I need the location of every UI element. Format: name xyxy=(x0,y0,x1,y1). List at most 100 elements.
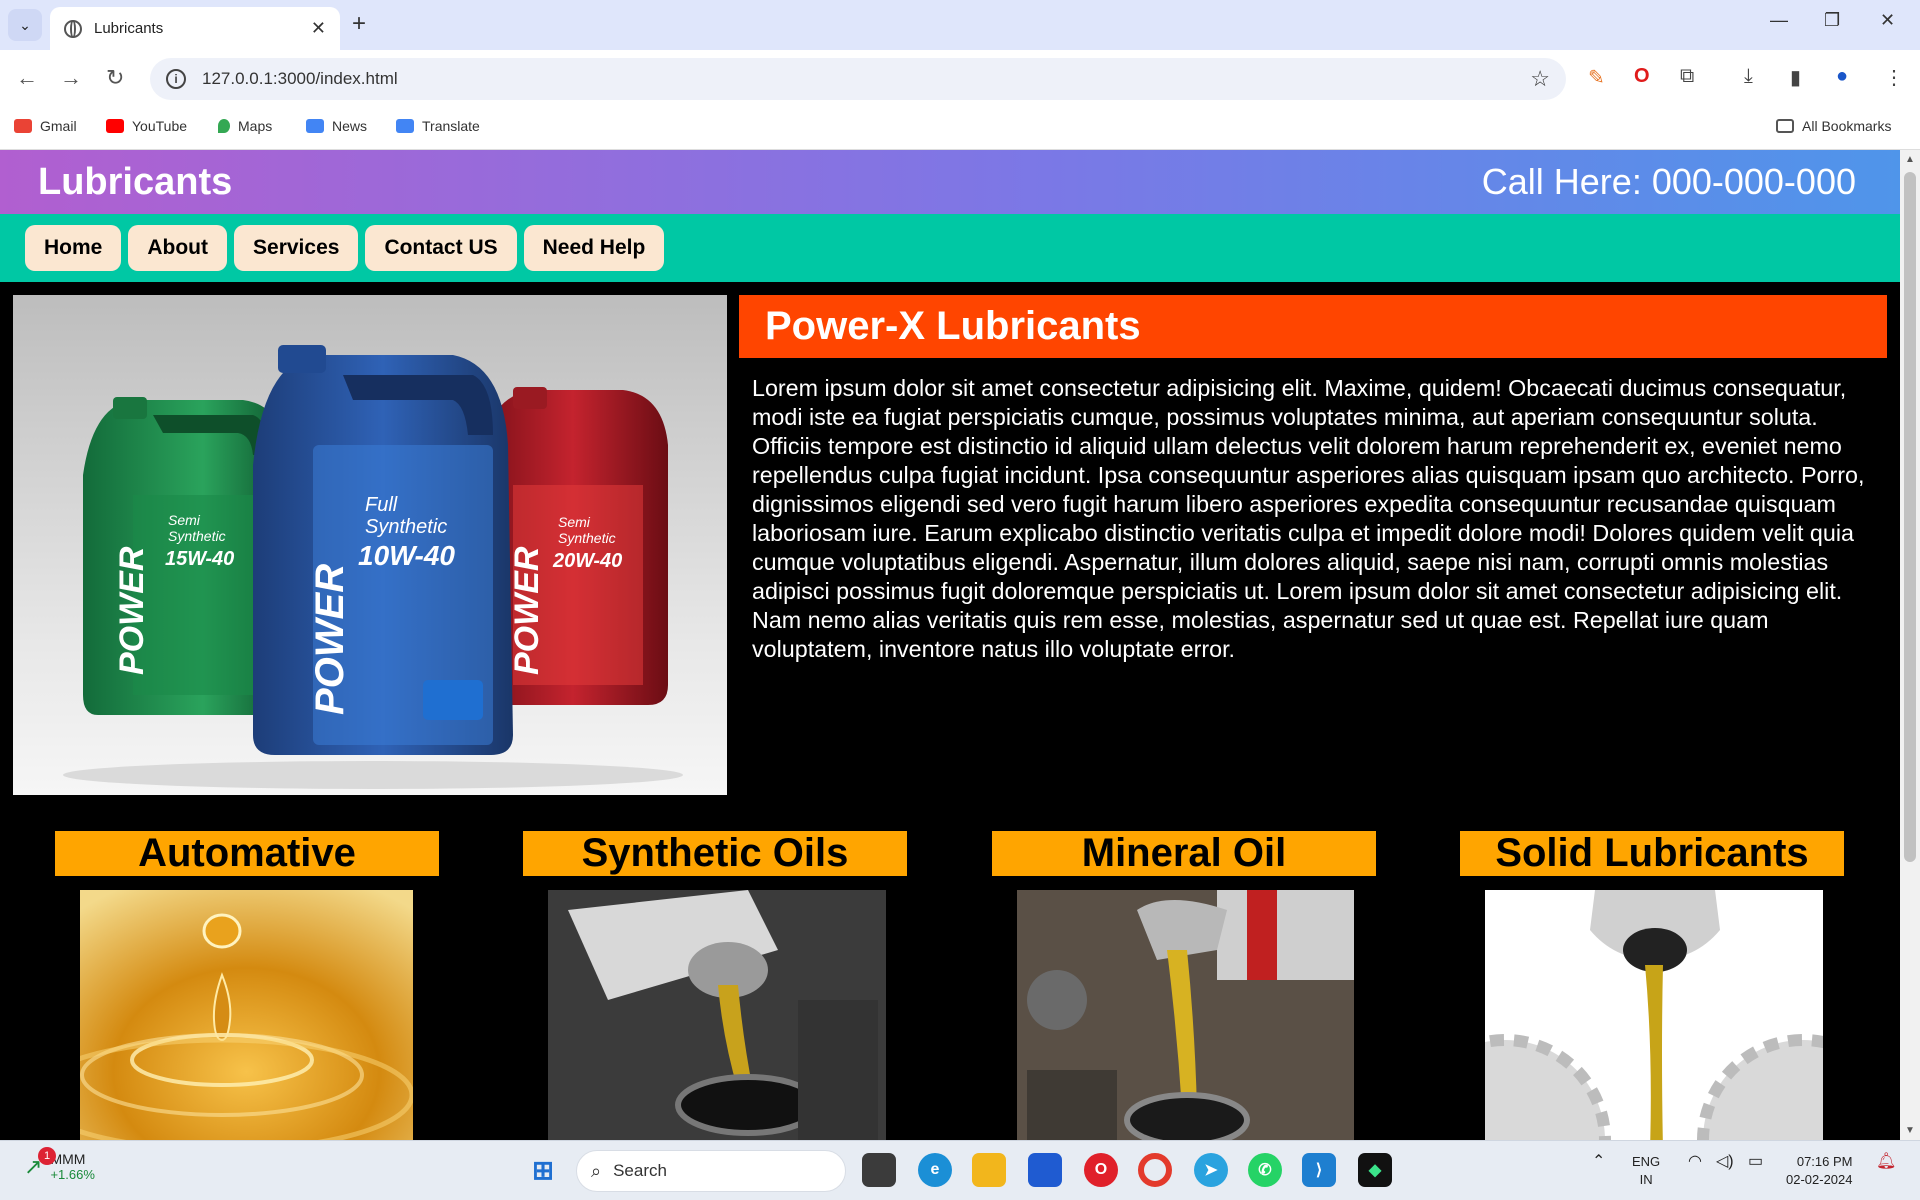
store-icon[interactable] xyxy=(1028,1153,1062,1187)
folder-icon xyxy=(1776,119,1794,133)
browser-toolbar: ← → ↻ i 127.0.0.1:3000/index.html ☆ ✎ O … xyxy=(0,50,1920,108)
bookmark-label: News xyxy=(332,118,368,134)
url-text[interactable]: 127.0.0.1:3000/index.html xyxy=(202,69,1530,89)
predator-sense-icon[interactable]: ◆ xyxy=(1358,1153,1392,1187)
category-title: Solid Lubricants xyxy=(1460,831,1844,876)
bookmarks-bar: Gmail YouTube Maps News Translate All Bo… xyxy=(0,108,1920,150)
task-view-icon[interactable] xyxy=(862,1153,896,1187)
wifi-icon[interactable]: ◠ xyxy=(1688,1153,1702,1171)
bookmark-label: Gmail xyxy=(40,118,77,134)
category-title: Automative xyxy=(55,831,439,876)
red-bottle-grade: 20W-40 xyxy=(552,550,622,572)
tray-overflow-chevron-icon[interactable]: ⌃ xyxy=(1592,1153,1605,1171)
bookmark-maps[interactable]: Maps xyxy=(218,118,272,134)
new-tab-plus-icon[interactable]: + xyxy=(352,10,366,38)
bookmark-translate[interactable]: Translate xyxy=(396,118,480,134)
vscode-icon[interactable]: ⟩ xyxy=(1302,1153,1336,1187)
gmail-icon xyxy=(14,119,32,133)
category-automative: Automative xyxy=(55,831,439,1140)
maps-pin-icon xyxy=(218,119,230,133)
category-image-gears xyxy=(1460,890,1844,1140)
site-info-icon[interactable]: i xyxy=(166,69,186,89)
scrollbar-thumb[interactable] xyxy=(1904,172,1916,862)
minimize-icon[interactable]: — xyxy=(1770,10,1788,31)
scroll-down-arrow-icon[interactable]: ▼ xyxy=(1905,1125,1915,1136)
green-bottle-brand: POWER xyxy=(113,546,151,675)
tab-search-chevron-icon[interactable]: ⌄ xyxy=(8,9,42,41)
stock-change: +1.66% xyxy=(50,1167,95,1182)
opera-extension-icon[interactable]: O xyxy=(1634,65,1650,88)
pen-extension-icon[interactable]: ✎ xyxy=(1588,65,1605,90)
stock-widget[interactable]: ↗ 1 MMM +1.66% xyxy=(24,1147,95,1182)
category-image-mineral-pour xyxy=(992,890,1376,1140)
nav-about[interactable]: About xyxy=(128,225,228,271)
reload-icon[interactable]: ↻ xyxy=(106,65,124,91)
file-explorer-icon[interactable] xyxy=(972,1153,1006,1187)
intro-title: Power-X Lubricants xyxy=(739,295,1887,358)
nav-need-help[interactable]: Need Help xyxy=(523,225,665,271)
gears-oil-illustration xyxy=(1485,890,1823,1140)
window-close-icon[interactable]: ✕ xyxy=(1880,10,1895,31)
stock-name: MMM xyxy=(50,1151,86,1167)
taskbar-search[interactable]: ⌕ Search xyxy=(576,1150,846,1192)
search-icon: ⌕ xyxy=(591,1160,602,1181)
extensions-puzzle-icon[interactable]: ⧉ xyxy=(1680,65,1694,88)
chrome-icon[interactable] xyxy=(1138,1153,1172,1187)
bookmark-star-icon[interactable]: ☆ xyxy=(1530,66,1550,92)
restore-icon[interactable]: ❐ xyxy=(1824,10,1840,31)
nav-services[interactable]: Services xyxy=(234,225,359,271)
red-bottle-type-label: Semi xyxy=(558,514,591,530)
nav-home[interactable]: Home xyxy=(25,225,122,271)
tab-title: Lubricants xyxy=(94,20,164,37)
side-panel-icon[interactable]: ▮ xyxy=(1790,65,1801,90)
intro-paragraph: Lorem ipsum dolor sit amet consectetur a… xyxy=(752,375,1865,662)
clock[interactable]: 07:16 PM 02-02-2024 xyxy=(1786,1153,1853,1189)
category-image-engine-pour xyxy=(523,890,907,1140)
edge-icon[interactable]: e xyxy=(918,1153,952,1187)
windows-start-icon[interactable]: ⊞ xyxy=(526,1153,560,1187)
notification-badge: 1 xyxy=(38,1147,56,1165)
profile-avatar-icon[interactable]: ● xyxy=(1836,65,1848,88)
language-indicator[interactable]: ENG IN xyxy=(1632,1153,1660,1189)
news-icon xyxy=(306,119,324,133)
all-bookmarks-label: All Bookmarks xyxy=(1802,118,1892,134)
bookmark-youtube[interactable]: YouTube xyxy=(106,118,187,134)
all-bookmarks[interactable]: All Bookmarks xyxy=(1776,118,1891,134)
back-arrow-icon[interactable]: ← xyxy=(16,65,38,91)
category-solid-lubricants: Solid Lubricants xyxy=(1460,831,1844,1140)
blue-bottle-type-label: Synthetic xyxy=(365,516,447,538)
web-page: Lubricants Call Here: 000-000-000 Home A… xyxy=(0,150,1900,1140)
intro-section: Power-X Lubricants Lorem ipsum dolor sit… xyxy=(739,295,1887,664)
speaker-icon[interactable]: ◁) xyxy=(1716,1153,1734,1171)
bookmark-label: YouTube xyxy=(132,118,188,134)
browser-tab[interactable]: Lubricants ✕ xyxy=(50,7,340,50)
oil-bottles-illustration: Semi Synthetic 15W-40 POWER Semi Synthet… xyxy=(13,295,727,795)
bookmark-gmail[interactable]: Gmail xyxy=(14,118,77,134)
page-scrollbar[interactable]: ▲ ▼ xyxy=(1900,150,1920,1140)
hero-product-image: Semi Synthetic 15W-40 POWER Semi Synthet… xyxy=(13,295,727,795)
category-mineral-oil: Mineral Oil xyxy=(992,831,1376,1140)
nav-contact-us[interactable]: Contact US xyxy=(365,225,517,271)
scroll-up-arrow-icon[interactable]: ▲ xyxy=(1905,154,1915,165)
battery-icon[interactable]: ▭ xyxy=(1748,1153,1763,1171)
youtube-icon xyxy=(106,119,124,133)
clock-time: 07:16 PM xyxy=(1796,1154,1853,1169)
oil-drop-illustration xyxy=(80,890,413,1140)
bookmark-news[interactable]: News xyxy=(306,118,367,134)
whatsapp-icon[interactable]: ✆ xyxy=(1248,1153,1282,1187)
phone-number: Call Here: 000-000-000 xyxy=(1481,161,1856,202)
notification-bell-icon[interactable]: 🔔︎ xyxy=(1876,1153,1896,1171)
menu-kebab-icon[interactable]: ⋮ xyxy=(1884,65,1904,90)
telegram-icon[interactable]: ➤ xyxy=(1194,1153,1228,1187)
forward-arrow-icon[interactable]: → xyxy=(60,65,82,91)
mineral-oil-pour-illustration xyxy=(1017,890,1354,1140)
site-title: Lubricants xyxy=(38,160,233,203)
close-tab-icon[interactable]: ✕ xyxy=(311,18,326,39)
address-bar[interactable]: i 127.0.0.1:3000/index.html ☆ xyxy=(150,58,1566,100)
download-icon[interactable]: ⤓ xyxy=(1744,65,1753,88)
opera-icon[interactable]: O xyxy=(1084,1153,1118,1187)
clock-date: 02-02-2024 xyxy=(1786,1172,1853,1187)
site-nav: Home About Services Contact US Need Help xyxy=(0,214,1900,282)
green-bottle-type-label: Semi xyxy=(168,512,201,528)
green-bottle-grade: 15W-40 xyxy=(165,548,234,570)
